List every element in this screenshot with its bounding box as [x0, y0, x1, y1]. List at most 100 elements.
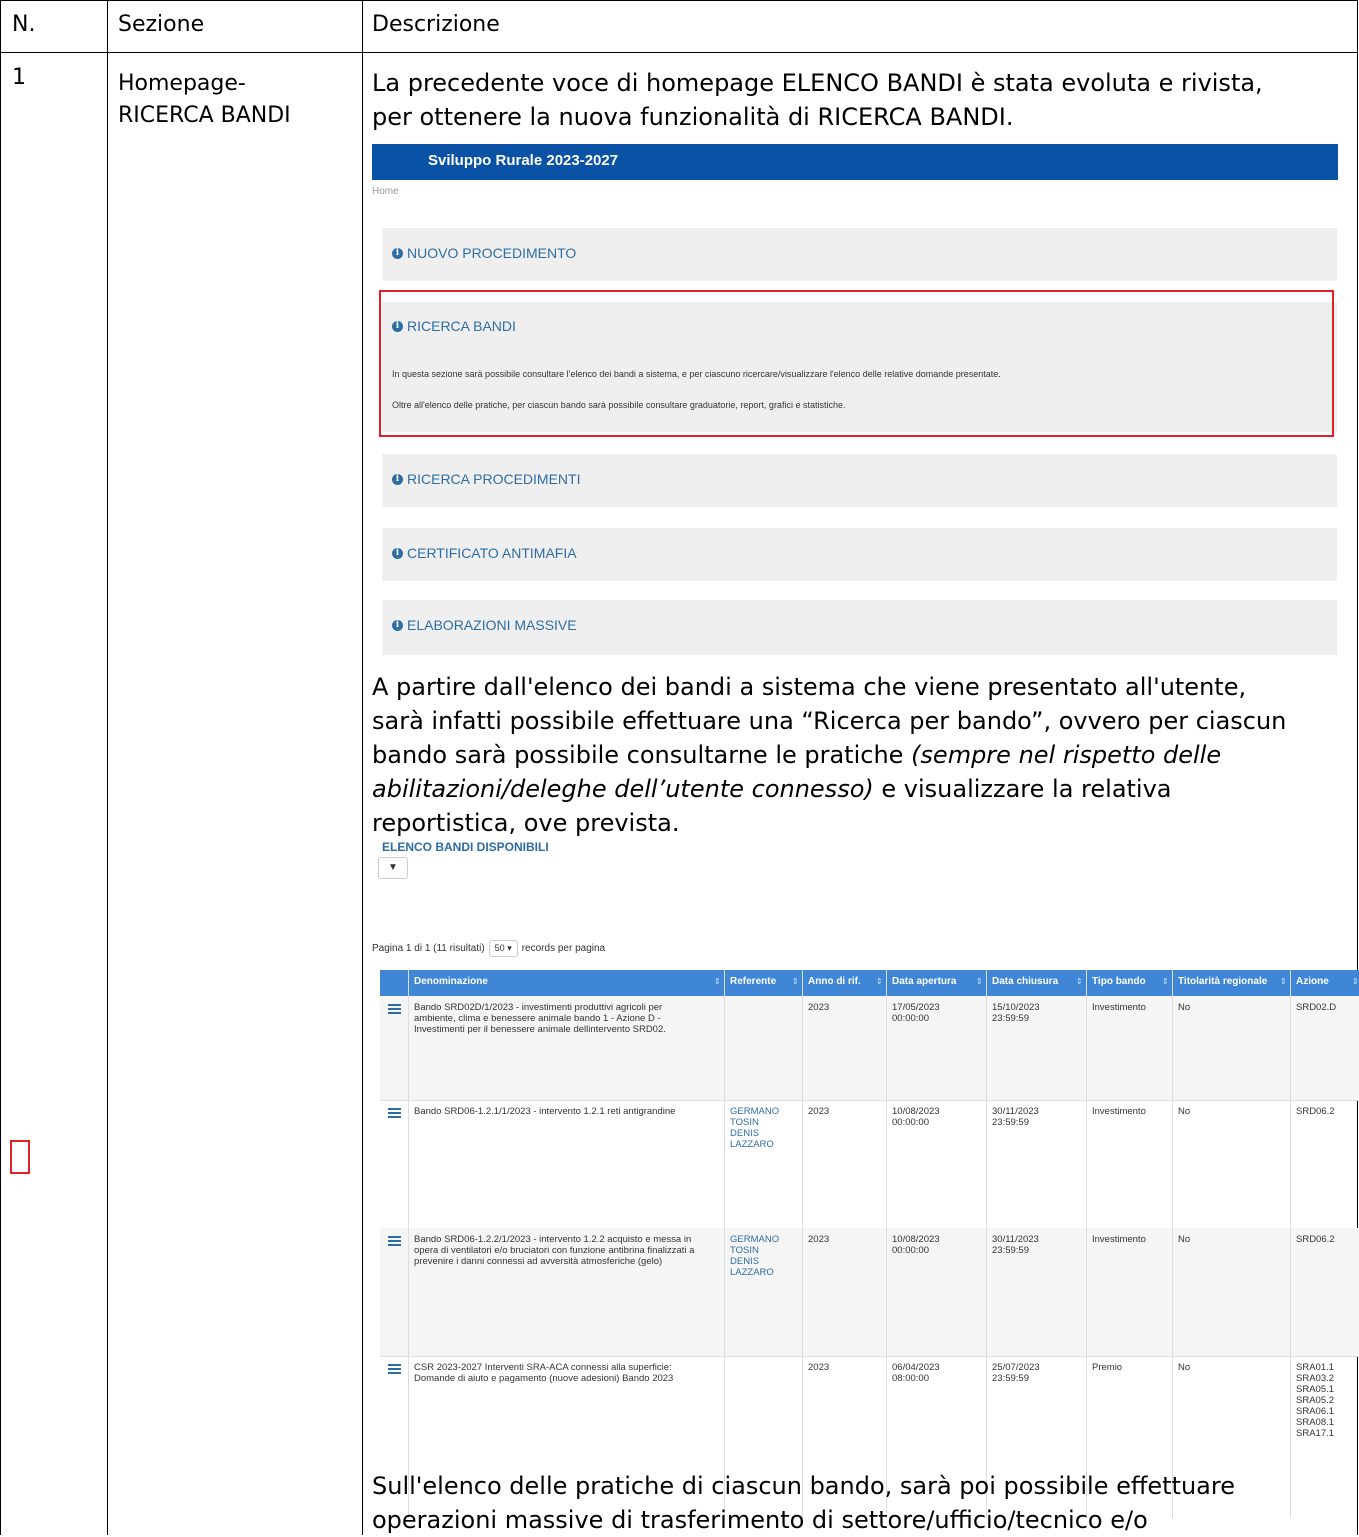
header-n: N.: [12, 12, 36, 37]
cell-line: 23:59:59: [992, 1117, 1029, 1128]
cell-line: SRA05.2: [1296, 1395, 1335, 1406]
column-gridline: [1290, 970, 1291, 1518]
cell-line: SRD02.D: [1296, 1002, 1337, 1013]
breadcrumb[interactable]: Home: [372, 186, 399, 197]
sort-icon[interactable]: ⇕: [1280, 977, 1287, 986]
list-title: ELENCO BANDI DISPONIBILI: [382, 840, 549, 854]
panel-elaborazioni-massive[interactable]: i ELABORAZIONI MASSIVE: [382, 600, 1337, 655]
column-gridline: [886, 970, 887, 1518]
cell-line: 30/11/2023: [992, 1106, 1039, 1117]
table-cell-anno: 2023: [808, 1362, 830, 1373]
cell-line: TOSIN: [730, 1117, 759, 1128]
pagination-text: Pagina 1 di 1 (11 risultati): [372, 943, 485, 954]
list-icon[interactable]: [388, 1004, 401, 1014]
cell-line: LAZZARO: [730, 1267, 774, 1278]
cell-line: DENIS: [730, 1128, 760, 1139]
cell-line: GERMANO: [730, 1234, 780, 1245]
column-header[interactable]: Referente: [730, 976, 776, 987]
cell-line: SRA05.1: [1296, 1384, 1335, 1395]
table-cell-ref[interactable]: GERMANO TOSIN DENIS LAZZARO: [730, 1106, 779, 1150]
table-cell-apertura: 10/08/2023 00:00:00: [892, 1106, 940, 1128]
para2-line-5: reportistica, ove prevista.: [372, 809, 680, 837]
sort-icon[interactable]: ⇕: [1162, 977, 1169, 986]
table-header: Denominazione ⇕ Referente ⇕ Anno di rif. ⇕ Dat…: [380, 970, 1359, 996]
table-cell-den: Bando SRD02D/1/2023 - investimenti produ…: [414, 1002, 666, 1035]
cell-line: ambiente, clima e benessere animale band…: [414, 1013, 661, 1024]
table-border-left: [0, 0, 1, 1535]
table-border-top: [0, 0, 1358, 1]
table-cell-ref[interactable]: GERMANO TOSIN DENIS LAZZARO: [730, 1234, 779, 1278]
page-size-suffix: records per pagina: [521, 943, 606, 954]
cell-line: SRA08.1: [1296, 1417, 1335, 1428]
column-divider-1: [107, 0, 108, 1535]
column-header[interactable]: Data apertura: [892, 976, 956, 987]
column-header[interactable]: Azione: [1296, 976, 1329, 987]
filter-button[interactable]: ▼: [378, 857, 408, 879]
cell-line: 17/05/2023: [892, 1002, 940, 1013]
para2-line-2: sarà infatti possibile effettuare una “R…: [372, 707, 1287, 735]
table-cell-chiusura: 30/11/2023 23:59:59: [992, 1106, 1039, 1128]
panel-title[interactable]: RICERCA PROCEDIMENTI: [407, 471, 580, 487]
column-header[interactable]: Tipo bando: [1092, 976, 1146, 987]
highlight-box: [379, 290, 1334, 437]
panel-title[interactable]: ELABORAZIONI MASSIVE: [407, 617, 577, 633]
sort-icon[interactable]: ⇕: [1352, 977, 1359, 986]
table-cell-den: Bando SRD06-1.2.1/1/2023 - intervento 1.…: [414, 1106, 675, 1117]
para2-line-3b: (sempre nel rispetto delle: [911, 741, 1222, 769]
column-gridline: [1086, 970, 1087, 1518]
para3-line-2: operazioni massive di trasferimento di s…: [372, 1506, 1148, 1534]
cell-line: 06/04/2023: [892, 1362, 940, 1373]
info-icon: i: [392, 473, 403, 485]
column-gridline: [986, 970, 987, 1518]
cell-line: CSR 2023-2027 Interventi SRA-ACA conness…: [414, 1362, 672, 1373]
header-descrizione: Descrizione: [372, 12, 500, 37]
table-cell-tit: No: [1178, 1362, 1191, 1373]
table-cell-chiusura: 25/07/2023 23:59:59: [992, 1362, 1040, 1384]
sort-icon[interactable]: ⇕: [876, 977, 883, 986]
column-gridline: [408, 970, 409, 1518]
column-header[interactable]: Anno di rif.: [808, 976, 861, 987]
list-icon[interactable]: [388, 1108, 401, 1118]
column-header[interactable]: Data chiusura: [992, 976, 1058, 987]
column-gridline: [724, 970, 725, 1518]
table-row: Bando SRD06-1.2.1/1/2023 - intervento 1.…: [380, 1100, 1359, 1228]
table-row: Bando SRD02D/1/2023 - investimenti produ…: [380, 996, 1359, 1100]
table-cell-chiusura: 30/11/2023 23:59:59: [992, 1234, 1039, 1256]
column-gridline: [802, 970, 803, 1518]
cell-line: prevenire i danni connessi ad avversità …: [414, 1256, 663, 1267]
sort-icon[interactable]: ⇕: [792, 977, 799, 986]
cell-line: 30/11/2023: [992, 1234, 1039, 1245]
intro-line-2: per ottenere la nuova funzionalità di RI…: [372, 103, 1014, 131]
list-icon[interactable]: [388, 1236, 401, 1246]
section-title-line2: RICERCA BANDI: [118, 103, 291, 128]
panel-title[interactable]: CERTIFICATO ANTIMAFIA: [407, 545, 577, 561]
panel-certificato-antimafia[interactable]: i CERTIFICATO ANTIMAFIA: [382, 528, 1337, 581]
cell-line: SRA03.2: [1296, 1373, 1335, 1384]
column-header[interactable]: Denominazione: [414, 976, 488, 987]
cell-line: 15/10/2023: [992, 1002, 1040, 1013]
sort-icon[interactable]: ⇕: [1076, 977, 1083, 986]
cell-line: opera di ventilatori e/o bruciatori con …: [414, 1245, 695, 1256]
sort-icon[interactable]: ⇕: [714, 977, 721, 986]
cell-line: 00:00:00: [892, 1013, 929, 1024]
sort-icon[interactable]: ⇕: [976, 977, 983, 986]
table-cell-apertura: 17/05/2023 00:00:00: [892, 1002, 940, 1024]
page-size-select[interactable]: 50 ▾: [488, 940, 518, 957]
table-cell-apertura: 06/04/2023 08:00:00: [892, 1362, 940, 1384]
filter-icon: ▼: [388, 862, 398, 873]
info-icon: i: [392, 547, 403, 559]
panel-nuovo-procedimento[interactable]: i NUOVO PROCEDIMENTO: [382, 228, 1337, 281]
para2-line-3a: bando sarà possibile consultarne le prat…: [372, 741, 912, 769]
pagination: Pagina 1 di 1 (11 risultati) 50 ▾ record…: [372, 940, 605, 957]
table-cell-azione: SRD06.2: [1296, 1234, 1335, 1245]
cell-line: 08:00:00: [892, 1373, 929, 1384]
homepage-screenshot: Sviluppo Rurale 2023-2027 Home i NUOVO PR…: [372, 144, 1338, 656]
panel-title[interactable]: NUOVO PROCEDIMENTO: [407, 245, 576, 261]
table-cell-tit: No: [1178, 1106, 1191, 1117]
table-cell-anno: 2023: [808, 1002, 830, 1013]
cell-line: 23:59:59: [992, 1013, 1029, 1024]
table-cell-apertura: 10/08/2023 00:00:00: [892, 1234, 940, 1256]
panel-ricerca-procedimenti[interactable]: i RICERCA PROCEDIMENTI: [382, 454, 1337, 507]
column-header[interactable]: Titolarità regionale: [1178, 976, 1267, 987]
list-icon[interactable]: [388, 1364, 401, 1374]
